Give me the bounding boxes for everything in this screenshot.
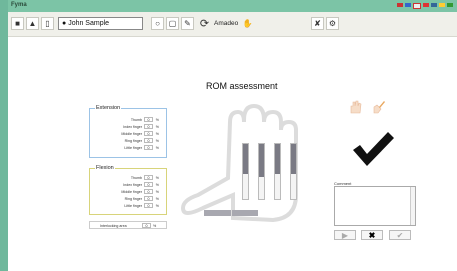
flexion-row-index: Index finger 0% [90,182,168,189]
unit-label: % [155,176,159,180]
confirm-button[interactable]: ✔ [389,230,411,240]
value-field[interactable]: 0 [142,223,151,228]
unit-label: % [155,190,159,194]
page-title: ROM assessment [206,81,278,91]
thumb-bar [232,210,258,216]
flag-icon[interactable] [405,3,411,7]
row-label: Ring finger [124,139,142,143]
unit-label: % [155,118,159,122]
unit-label: % [153,224,157,228]
value-field[interactable]: 0 [144,124,153,129]
refresh-icon[interactable]: ⟳ [198,17,211,30]
hand-pen-icon[interactable] [372,100,386,114]
value-field[interactable]: 0 [144,138,153,143]
unit-label: % [155,132,159,136]
value-field[interactable]: 0 [144,175,153,180]
finger-bar-fill [291,144,296,175]
flag-icon[interactable] [439,3,445,7]
finger-bar-ring [274,143,281,200]
extension-row-ring: Ring finger 0% [90,138,168,145]
comment-scrollbar[interactable] [410,187,415,225]
value-field[interactable]: 0 [144,131,153,136]
value-field[interactable]: 0 [144,196,153,201]
assessment-icon[interactable]: ○ [151,17,164,30]
statistics-icon[interactable]: ▯ [41,17,54,30]
row-label: Little finger [124,146,142,150]
patients-icon[interactable]: ■ [11,17,24,30]
finger-bar-fill [275,144,280,175]
finger-bar-fill [243,144,248,175]
check-mark-icon [353,132,394,166]
flag-icon[interactable] [413,3,421,9]
hand-icon[interactable]: ✋ [241,17,254,30]
app-window: Fyma ■ ▲ ▯ ● John Sample ○ ▢ ✎ ⟳ Amadeo … [8,0,457,271]
play-button[interactable]: ▶ [334,230,356,240]
unit-label: % [155,139,159,143]
unit-label: % [155,204,159,208]
unit-label: % [155,197,159,201]
flexion-row-middle: Middle finger 0% [90,189,168,196]
finger-bar-little [290,143,297,200]
row-label: Interlocking area [100,224,127,228]
row-label: Little finger [124,204,142,208]
flexion-row-thumb: Thumb 0% [90,175,168,182]
user-name: John Sample [68,20,110,27]
finger-bar-index [242,143,249,200]
extension-legend: Extension [95,105,122,111]
value-field[interactable]: 0 [144,203,153,208]
row-label: Index finger [123,125,142,129]
app-label: Amadeo [214,20,239,27]
row-label: Ring finger [124,197,142,201]
flexion-row-little: Little finger 0% [90,203,168,210]
settings-icon[interactable]: ⚙ [326,17,339,30]
play-icon: ▶ [341,230,349,240]
patient-info-icon[interactable]: ▲ [26,17,39,30]
cancel-button[interactable]: ✖ [361,230,383,240]
extension-row-little: Little finger 0% [90,145,168,152]
interlocking-row: Interlocking area 0 % [89,221,167,229]
flag-icon[interactable] [431,3,437,7]
edit-icon[interactable]: ✎ [181,17,194,30]
exercise-icon[interactable]: ▢ [166,17,179,30]
unit-label: % [155,146,159,150]
finger-bar-fill [259,144,264,177]
flexion-panel: Flexion Thumb 0% Index finger 0% Middle fi… [89,165,168,215]
row-label: Index finger [123,183,142,187]
extension-row-thumb: Thumb 0% [90,117,168,124]
flexion-legend: Flexion [95,165,115,171]
extension-panel: Extension Thumb 0% Index finger 0% Middle … [89,105,168,158]
value-field[interactable]: 0 [144,189,153,194]
comment-field[interactable] [334,186,416,226]
finger-bar-middle [258,143,265,200]
flexion-row-ring: Ring finger 0% [90,196,168,203]
row-label: Middle finger [121,132,142,136]
value-field[interactable]: 0 [144,145,153,150]
toolbar: ■ ▲ ▯ ● John Sample ○ ▢ ✎ ⟳ Amadeo ✋ ✘ ⚙ [8,12,457,37]
row-label: Middle finger [121,190,142,194]
extension-row-middle: Middle finger 0% [90,131,168,138]
flag-icon[interactable] [423,3,429,7]
value-field[interactable]: 0 [144,117,153,122]
extension-row-index: Index finger 0% [90,124,168,131]
row-label: Thumb [130,176,142,180]
hand-open-icon[interactable] [348,100,362,114]
row-label: Thumb [130,118,142,122]
flag-icon[interactable] [397,3,403,7]
unit-label: % [155,125,159,129]
check-icon: ✔ [396,230,404,240]
close-icon: ✖ [368,230,376,240]
thumb-bar [204,210,231,216]
language-flags [397,3,453,9]
unit-label: % [155,183,159,187]
app-title: Fyma [11,2,27,8]
flag-icon[interactable] [447,3,453,7]
tools-icon[interactable]: ✘ [311,17,324,30]
title-bar: Fyma [8,0,457,12]
value-field[interactable]: 0 [144,182,153,187]
user-box[interactable]: ● John Sample [58,17,143,30]
